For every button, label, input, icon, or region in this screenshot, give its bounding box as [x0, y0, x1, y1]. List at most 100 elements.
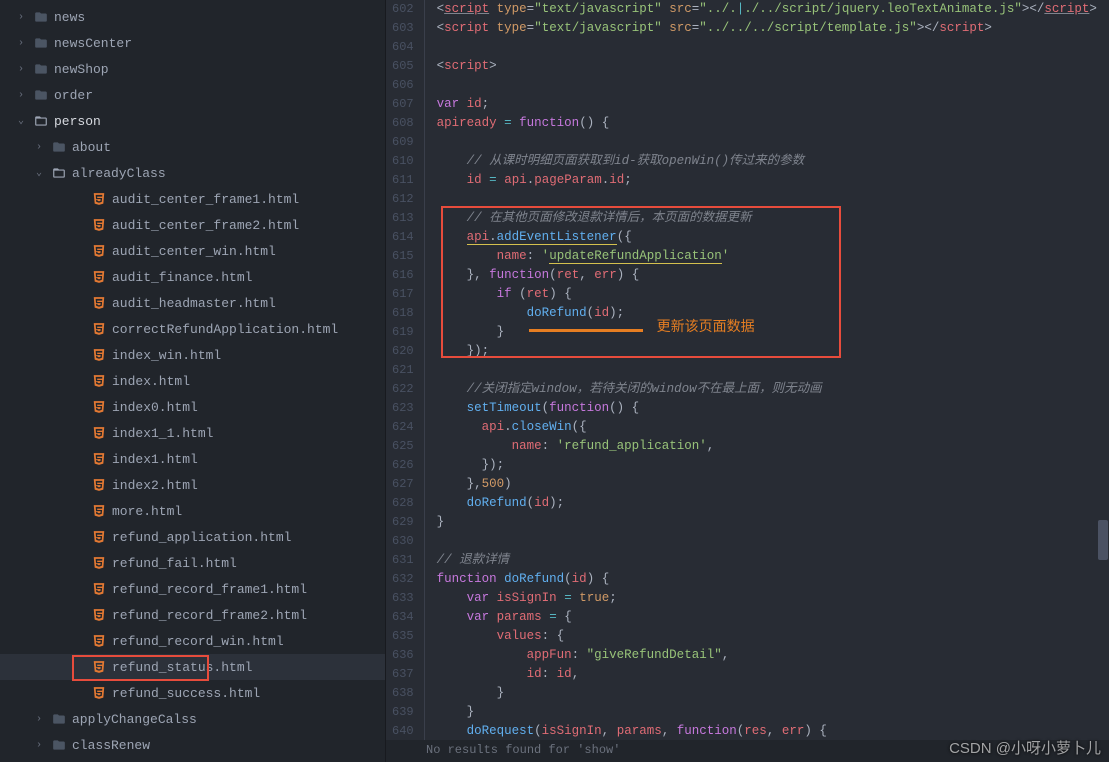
- code-line[interactable]: [437, 133, 1109, 152]
- tree-item-label: audit_center_frame1.html: [112, 192, 299, 207]
- code-line[interactable]: name: 'refund_application',: [437, 437, 1109, 456]
- file-index1_1[interactable]: index1_1.html: [0, 420, 385, 446]
- tree-item-label: audit_headmaster.html: [112, 296, 276, 311]
- code-line[interactable]: // 从课时明细页面获取到id-获取openWin()传过来的参数: [437, 152, 1109, 171]
- folder-newShop[interactable]: newShop: [0, 56, 385, 82]
- line-number: 623: [392, 399, 414, 418]
- code-line[interactable]: }: [437, 703, 1109, 722]
- code-line[interactable]: id: id,: [437, 665, 1109, 684]
- file-refund_fail[interactable]: refund_fail.html: [0, 550, 385, 576]
- line-number: 633: [392, 589, 414, 608]
- file-refund_record_frame2[interactable]: refund_record_frame2.html: [0, 602, 385, 628]
- code-line[interactable]: name: 'updateRefundApplication': [437, 247, 1109, 266]
- line-number: 605: [392, 57, 414, 76]
- code-line[interactable]: values: {: [437, 627, 1109, 646]
- code-line[interactable]: <script type="text/javascript" src="../.…: [437, 19, 1109, 38]
- folder-news[interactable]: news: [0, 4, 385, 30]
- file-refund_record_frame1[interactable]: refund_record_frame1.html: [0, 576, 385, 602]
- file-index_win[interactable]: index_win.html: [0, 342, 385, 368]
- code-line[interactable]: }: [437, 513, 1109, 532]
- line-number: 627: [392, 475, 414, 494]
- folder-icon: [32, 10, 50, 24]
- file-index0[interactable]: index0.html: [0, 394, 385, 420]
- html-file-icon: [90, 478, 108, 492]
- file-more[interactable]: more.html: [0, 498, 385, 524]
- code-line[interactable]: //关闭指定window，若待关闭的window不在最上面，则无动画: [437, 380, 1109, 399]
- code-line[interactable]: apiready = function() {: [437, 114, 1109, 133]
- code-line[interactable]: doRefund(id);: [437, 494, 1109, 513]
- code-line[interactable]: function doRefund(id) {: [437, 570, 1109, 589]
- file-index[interactable]: index.html: [0, 368, 385, 394]
- code-editor[interactable]: 6026036046056066076086096106116126136146…: [386, 0, 1109, 762]
- folder-open-icon: [50, 166, 68, 180]
- file-audit_headmaster[interactable]: audit_headmaster.html: [0, 290, 385, 316]
- chevron-icon: [18, 64, 32, 75]
- tree-item-label: refund_record_frame1.html: [112, 582, 307, 597]
- file-index1[interactable]: index1.html: [0, 446, 385, 472]
- code-line[interactable]: <script type="text/javascript" src="../.…: [437, 0, 1109, 19]
- code-line[interactable]: api.addEventListener({: [437, 228, 1109, 247]
- line-number: 604: [392, 38, 414, 57]
- folder-person[interactable]: person: [0, 108, 385, 134]
- code-line[interactable]: appFun: "giveRefundDetail",: [437, 646, 1109, 665]
- file-refund_record_win[interactable]: refund_record_win.html: [0, 628, 385, 654]
- tree-item-label: refund_record_frame2.html: [112, 608, 307, 623]
- code-line[interactable]: var params = {: [437, 608, 1109, 627]
- code-line[interactable]: },500): [437, 475, 1109, 494]
- code-line[interactable]: if (ret) {: [437, 285, 1109, 304]
- folder-classRenew[interactable]: classRenew: [0, 732, 385, 758]
- code-line[interactable]: // 在其他页面修改退款详情后，本页面的数据更新: [437, 209, 1109, 228]
- file-refund_status[interactable]: refund_status.html: [0, 654, 385, 680]
- html-file-icon: [90, 218, 108, 232]
- line-number: 637: [392, 665, 414, 684]
- file-explorer-sidebar[interactable]: news newsCenter newShop order personabout alr…: [0, 0, 386, 762]
- line-number: 613: [392, 209, 414, 228]
- editor-scrollbar[interactable]: [1097, 0, 1109, 762]
- code-line[interactable]: [437, 190, 1109, 209]
- tree-item-label: order: [54, 88, 93, 103]
- line-number: 625: [392, 437, 414, 456]
- folder-applyChangeCalss[interactable]: applyChangeCalss: [0, 706, 385, 732]
- code-line[interactable]: var isSignIn = true;: [437, 589, 1109, 608]
- code-line[interactable]: }: [437, 684, 1109, 703]
- code-line[interactable]: [437, 76, 1109, 95]
- chevron-icon: [18, 90, 32, 101]
- code-line[interactable]: <script>: [437, 57, 1109, 76]
- code-line[interactable]: setTimeout(function() {: [437, 399, 1109, 418]
- code-line[interactable]: });: [437, 456, 1109, 475]
- html-file-icon: [90, 426, 108, 440]
- code-area[interactable]: 更新该页面数据 <script type="text/javascript" s…: [425, 0, 1109, 762]
- code-line[interactable]: }: [437, 323, 1109, 342]
- line-number: 603: [392, 19, 414, 38]
- file-audit_finance[interactable]: audit_finance.html: [0, 264, 385, 290]
- tree-item-label: more.html: [112, 504, 182, 519]
- file-refund_application[interactable]: refund_application.html: [0, 524, 385, 550]
- code-line[interactable]: [437, 532, 1109, 551]
- file-audit_center_frame2[interactable]: audit_center_frame2.html: [0, 212, 385, 238]
- code-line[interactable]: });: [437, 342, 1109, 361]
- folder-order[interactable]: order: [0, 82, 385, 108]
- code-line[interactable]: [437, 38, 1109, 57]
- file-audit_center_frame1[interactable]: audit_center_frame1.html: [0, 186, 385, 212]
- code-line[interactable]: doRefund(id);: [437, 304, 1109, 323]
- code-line[interactable]: // 退款详情: [437, 551, 1109, 570]
- code-line[interactable]: }, function(ret, err) {: [437, 266, 1109, 285]
- file-correctRefundApplication[interactable]: correctRefundApplication.html: [0, 316, 385, 342]
- editor-scrollbar-thumb[interactable]: [1098, 520, 1108, 560]
- code-line[interactable]: id = api.pageParam.id;: [437, 171, 1109, 190]
- file-audit_center_win[interactable]: audit_center_win.html: [0, 238, 385, 264]
- tree-item-label: alreadyClass: [72, 166, 166, 181]
- folder-alreadyClass[interactable]: alreadyClass: [0, 160, 385, 186]
- file-refund_success[interactable]: refund_success.html: [0, 680, 385, 706]
- file-index2[interactable]: index2.html: [0, 472, 385, 498]
- line-number: 638: [392, 684, 414, 703]
- tree-item-label: newsCenter: [54, 36, 132, 51]
- line-number: 608: [392, 114, 414, 133]
- folder-about[interactable]: about: [0, 134, 385, 160]
- code-line[interactable]: [437, 361, 1109, 380]
- folder-newsCenter[interactable]: newsCenter: [0, 30, 385, 56]
- code-line[interactable]: api.closeWin({: [437, 418, 1109, 437]
- code-line[interactable]: var id;: [437, 95, 1109, 114]
- tree-item-label: refund_status.html: [112, 660, 252, 675]
- line-number: 629: [392, 513, 414, 532]
